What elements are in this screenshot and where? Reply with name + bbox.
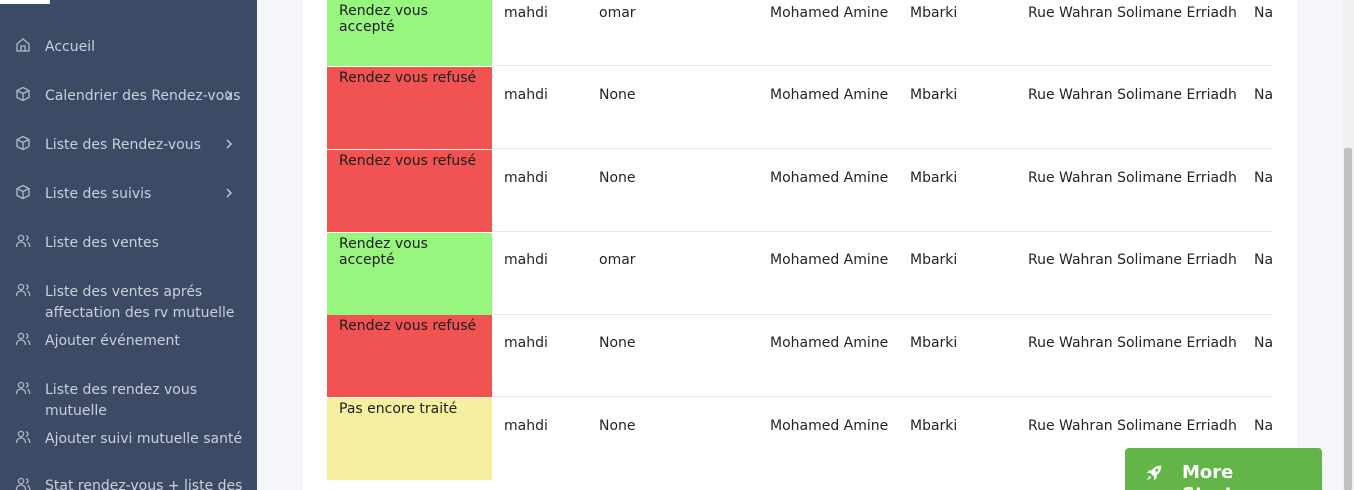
cell-truncated: Na <box>1254 418 1272 434</box>
table-row[interactable]: Rendez vous refusé mahdi None Mohamed Am… <box>327 150 1272 232</box>
sidebar-item-label: Stat rendez-vous + liste des <box>45 478 243 490</box>
cell-agent: mahdi <box>504 418 548 434</box>
rocket-icon <box>1146 465 1162 481</box>
cell-truncated: Na <box>1254 252 1272 268</box>
users-icon <box>15 283 31 297</box>
users-icon <box>15 381 31 395</box>
sidebar-item-label: Liste des rendez vous mutuelle <box>45 382 198 419</box>
users-icon <box>15 477 31 490</box>
cell-adresse: Rue Wahran Solimane Erriadh <box>1028 87 1237 103</box>
users-icon <box>15 430 31 444</box>
cell-truncated: Na <box>1254 87 1272 103</box>
cell-nom: Mbarki <box>910 170 958 186</box>
users-icon <box>15 332 31 346</box>
cell-agent: mahdi <box>504 252 548 268</box>
box-icon <box>16 184 30 200</box>
cell-adresse: Rue Wahran Solimane Erriadh <box>1028 5 1237 21</box>
cell-second-agent: None <box>599 87 636 103</box>
cell-truncated: Na <box>1254 170 1272 186</box>
sidebar-item-label: Liste des ventes aprés affectation des r… <box>45 284 235 321</box>
status-text: Rendez vous accepté <box>339 3 428 35</box>
appointments-table: Rendez vous accepté mahdi omar Mohamed A… <box>327 0 1272 490</box>
sidebar-item-label: Calendrier des Rendez-vous <box>45 88 241 104</box>
users-icon <box>15 234 31 248</box>
table-row[interactable]: Rendez vous refusé mahdi None Mohamed Am… <box>327 67 1272 149</box>
status-text: Rendez vous accepté <box>339 236 428 268</box>
cell-agent: mahdi <box>504 5 548 21</box>
box-icon <box>16 86 30 102</box>
sidebar-item-label: Ajouter événement <box>45 333 180 349</box>
cell-second-agent: omar <box>599 252 636 268</box>
cell-prenom: Mohamed Amine <box>770 5 889 21</box>
cell-adresse: Rue Wahran Solimane Erriadh <box>1028 252 1237 268</box>
cell-second-agent: omar <box>599 5 636 21</box>
sidebar-item-label: Ajouter suivi mutuelle santé <box>45 431 243 447</box>
status-text: Pas encore traité <box>339 401 458 417</box>
status-cell: Rendez vous refusé <box>327 67 492 149</box>
status-cell: Rendez vous refusé <box>327 315 492 397</box>
status-text: Rendez vous refusé <box>339 318 477 334</box>
status-cell: Rendez vous accepté <box>327 233 492 315</box>
cell-prenom: Mohamed Amine <box>770 170 889 186</box>
cell-prenom: Mohamed Amine <box>770 335 889 351</box>
sidebar-item-label: Accueil <box>45 39 95 55</box>
sidebar-item-label: Liste des Rendez-vous <box>45 137 201 153</box>
status-cell: Rendez vous refusé <box>327 150 492 232</box>
status-text: Rendez vous refusé <box>339 70 477 86</box>
cell-adresse: Rue Wahran Solimane Erriadh <box>1028 335 1237 351</box>
cell-second-agent: None <box>599 418 636 434</box>
status-cell: Pas encore traité <box>327 398 492 480</box>
sidebar-item-label: Liste des ventes <box>45 235 159 251</box>
cell-truncated: Na <box>1254 5 1272 21</box>
status-cell: Rendez vous accepté <box>327 0 492 66</box>
cell-truncated: Na <box>1254 335 1272 351</box>
cell-second-agent: None <box>599 335 636 351</box>
cell-nom: Mbarki <box>910 418 958 434</box>
cell-nom: Mbarki <box>910 5 958 21</box>
cell-adresse: Rue Wahran Solimane Erriadh <box>1028 418 1237 434</box>
sidebar-item-label: Liste des suivis <box>45 186 152 202</box>
table-row[interactable]: Rendez vous accepté mahdi omar Mohamed A… <box>327 233 1272 315</box>
scrollbar-thumb[interactable] <box>1344 148 1352 490</box>
cell-prenom: Mohamed Amine <box>770 418 889 434</box>
cell-second-agent: None <box>599 170 636 186</box>
cell-prenom: Mohamed Amine <box>770 252 889 268</box>
cell-agent: mahdi <box>504 170 548 186</box>
cell-nom: Mbarki <box>910 335 958 351</box>
cell-agent: mahdi <box>504 335 548 351</box>
more-starters-button[interactable]: More Starters <box>1125 448 1322 490</box>
cell-adresse: Rue Wahran Solimane Erriadh <box>1028 170 1237 186</box>
chevron-right-icon <box>226 90 232 100</box>
table-row[interactable]: Rendez vous accepté mahdi omar Mohamed A… <box>327 0 1272 66</box>
cell-prenom: Mohamed Amine <box>770 87 889 103</box>
box-icon <box>16 135 30 151</box>
table-row[interactable]: Rendez vous refusé mahdi None Mohamed Am… <box>327 315 1272 397</box>
status-text: Rendez vous refusé <box>339 153 477 169</box>
chevron-right-icon <box>226 139 232 149</box>
cell-agent: mahdi <box>504 87 548 103</box>
more-starters-label: More Starters <box>1182 462 1265 490</box>
home-icon <box>16 38 30 52</box>
chevron-right-icon <box>226 188 232 198</box>
cell-nom: Mbarki <box>910 252 958 268</box>
brand-logo-edge <box>0 0 50 4</box>
sidebar: Accueil Calendrier des Rendez-vous Liste… <box>0 0 257 490</box>
cell-nom: Mbarki <box>910 87 958 103</box>
